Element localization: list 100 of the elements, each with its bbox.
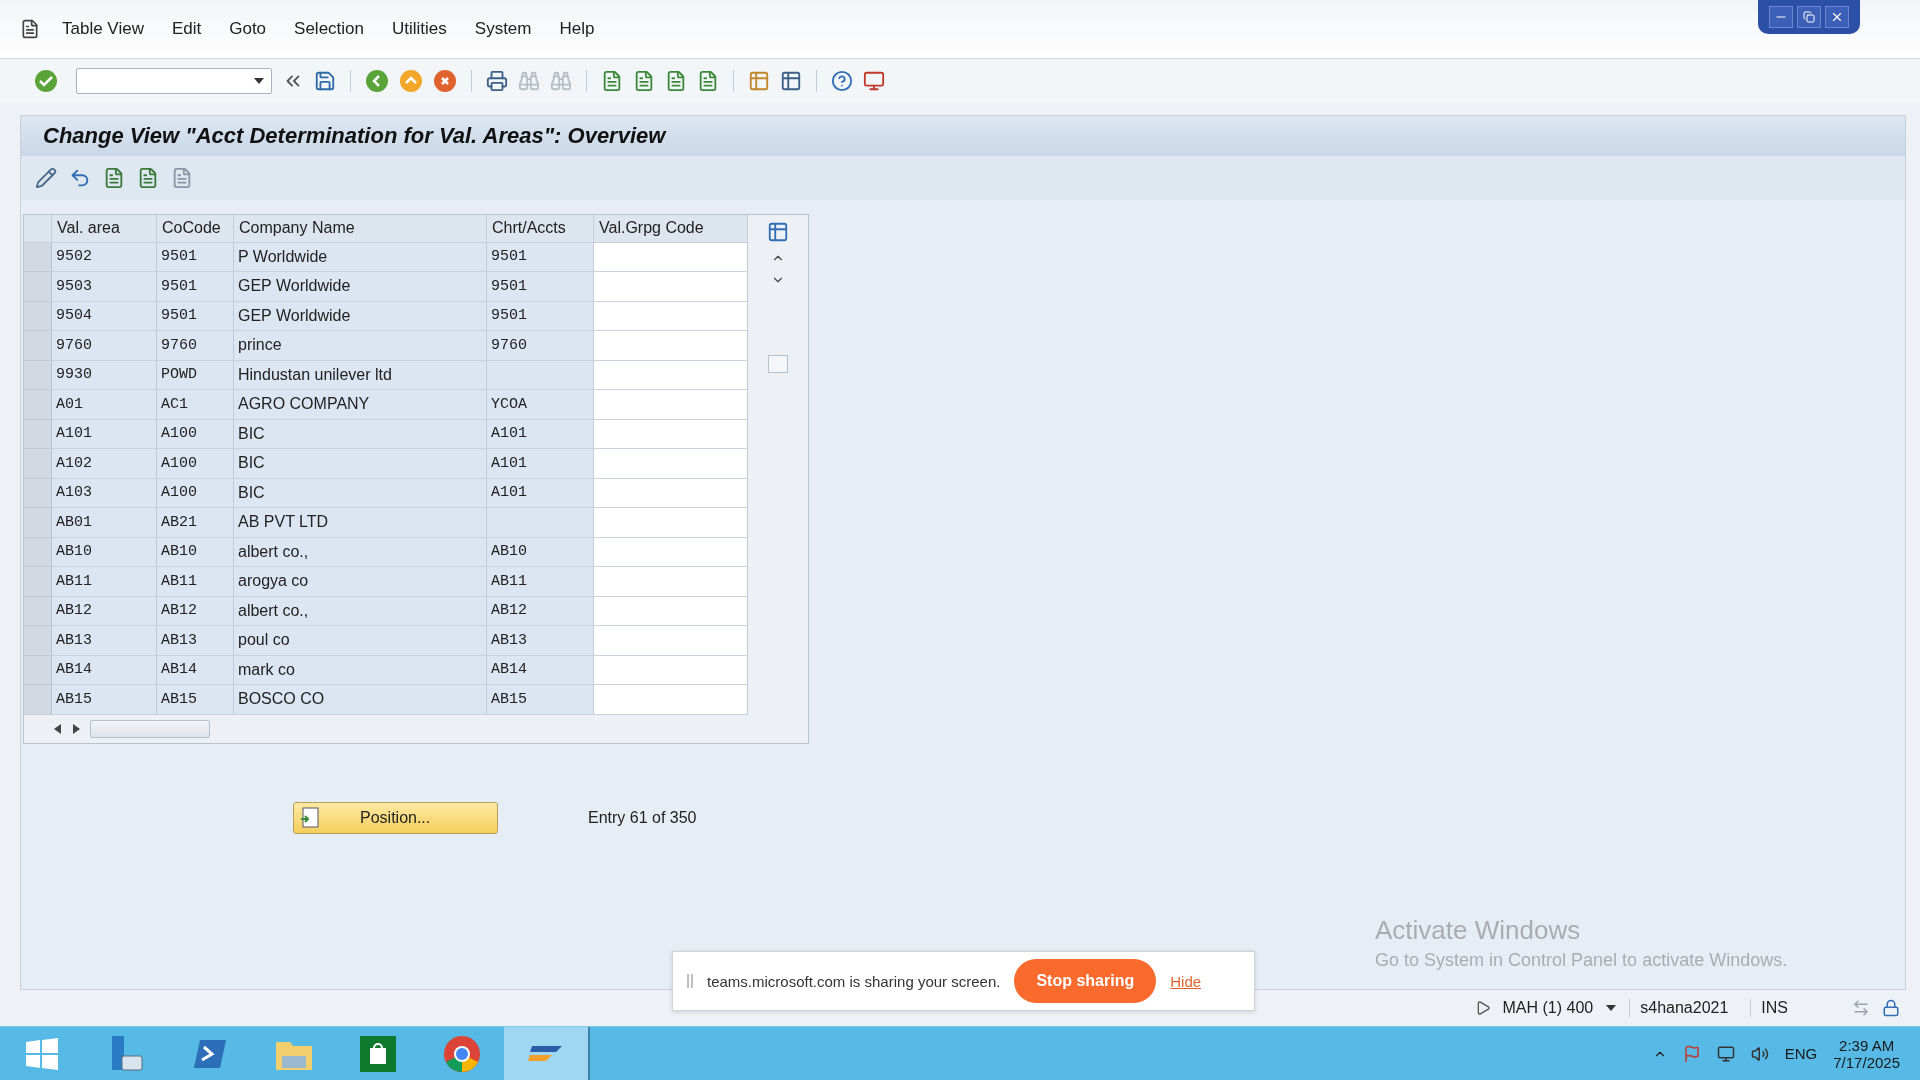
input-field[interactable] [594,360,748,391]
row-selector[interactable] [24,242,52,273]
scroll-thumb[interactable] [768,354,788,373]
scroll-right-icon[interactable] [72,723,80,734]
row-selector[interactable] [24,685,52,715]
row-selector[interactable] [24,626,52,656]
row-selector[interactable] [24,419,52,450]
table-cell: YCOA [487,390,594,420]
input-field[interactable] [594,567,748,597]
menu-item[interactable]: Utilities [392,18,447,39]
monitor-icon[interactable] [863,69,885,92]
input-field[interactable] [594,655,748,686]
row-selector[interactable] [24,567,52,597]
dropdown-icon[interactable] [253,76,265,85]
row-selector[interactable] [24,655,52,686]
table-cell: GEP Worldwide [234,301,487,332]
row-selector[interactable] [24,449,52,479]
input-field[interactable] [594,449,748,479]
row-selector[interactable] [24,301,52,332]
input-field[interactable] [594,272,748,302]
row-selector[interactable] [24,478,52,509]
command-field[interactable] [76,67,272,94]
table-cell: AB15 [52,685,157,715]
column-header[interactable]: Chrt/Accts [487,214,594,243]
clock-time[interactable]: 2:39 AM [1839,1036,1895,1054]
row-selector[interactable] [24,596,52,627]
table-cell: 9501 [487,242,594,273]
confirm-icon[interactable] [34,68,58,93]
restore-button[interactable] [1797,6,1821,28]
column-header[interactable]: Val. area [52,214,157,243]
drag-handle-icon[interactable] [687,974,693,988]
scroll-left-icon[interactable] [54,723,62,734]
table-cell: BIC [234,419,487,450]
table-cell: AB15 [157,685,234,715]
input-field[interactable] [594,419,748,450]
volume-icon[interactable] [1750,1044,1769,1063]
edit-icon[interactable] [35,166,57,189]
help-icon[interactable] [831,69,853,92]
back-icon[interactable] [365,68,389,93]
input-field[interactable] [594,301,748,332]
input-field[interactable] [594,685,748,715]
row-selector[interactable] [24,508,52,538]
table-cell: A103 [52,478,157,509]
column-settings-icon[interactable] [767,220,789,243]
table-cell: AB14 [52,655,157,686]
session-info[interactable]: MAH (1) 400 [1502,999,1594,1018]
save-icon[interactable] [314,69,336,92]
restore-icon[interactable] [1803,11,1815,23]
store-icon[interactable] [358,1033,398,1074]
minimize-button[interactable] [1769,6,1793,28]
menu-item[interactable]: Help [559,18,595,39]
scroll-thumb[interactable] [90,719,210,738]
menu-item[interactable]: Goto [229,18,267,39]
menu-item[interactable]: System [474,18,532,39]
table-cell: P Worldwide [234,242,487,273]
table-cell: 9501 [157,272,234,302]
input-field[interactable] [594,242,748,273]
input-field[interactable] [594,331,748,361]
input-field[interactable] [594,508,748,538]
dropdown-icon[interactable] [1605,1004,1618,1013]
table-cell: AB PVT LTD [234,508,487,538]
lock-icon[interactable] [1882,999,1900,1018]
hide-link[interactable]: Hide [1170,972,1202,990]
close-icon[interactable] [1830,10,1844,24]
browser-icon[interactable] [442,1033,482,1074]
row-selector[interactable] [24,537,52,568]
column-header[interactable]: Company Name [234,214,487,243]
table-cell: AB11 [487,567,594,597]
server-name: s4hana2021 [1629,999,1739,1018]
table-cell: AB10 [52,537,157,568]
table-corner[interactable] [24,214,52,243]
cancel-icon[interactable] [433,68,457,93]
table-cell: albert co., [234,537,487,568]
input-field[interactable] [594,596,748,627]
input-field[interactable] [594,390,748,420]
print-icon[interactable] [486,69,508,92]
table-cell: A101 [52,419,157,450]
row-selector[interactable] [24,331,52,361]
menu-item[interactable]: Table View [62,18,144,39]
menu-item[interactable]: Selection [294,18,364,39]
language-indicator[interactable]: ENG [1784,1045,1818,1062]
column-header[interactable]: CoCode [157,214,234,243]
row-selector[interactable] [24,390,52,420]
flag-icon[interactable] [1682,1044,1701,1063]
clock-date[interactable]: 7/17/2025 [1833,1053,1900,1071]
close-button[interactable] [1825,6,1849,28]
find-next-icon[interactable] [550,69,572,92]
input-field[interactable] [594,537,748,568]
position-icon [300,806,320,829]
input-field[interactable] [594,626,748,656]
network-icon[interactable] [1716,1044,1735,1063]
row-selector[interactable] [24,360,52,391]
position-button[interactable]: Position... [293,801,498,834]
menu-item[interactable]: Edit [171,18,202,39]
table-cell: AC1 [157,390,234,420]
input-field[interactable] [594,478,748,509]
find-icon[interactable] [518,69,540,92]
column-header[interactable]: Val.Grpg Code [594,214,748,243]
row-selector[interactable] [24,272,52,302]
table-cell: BIC [234,449,487,479]
